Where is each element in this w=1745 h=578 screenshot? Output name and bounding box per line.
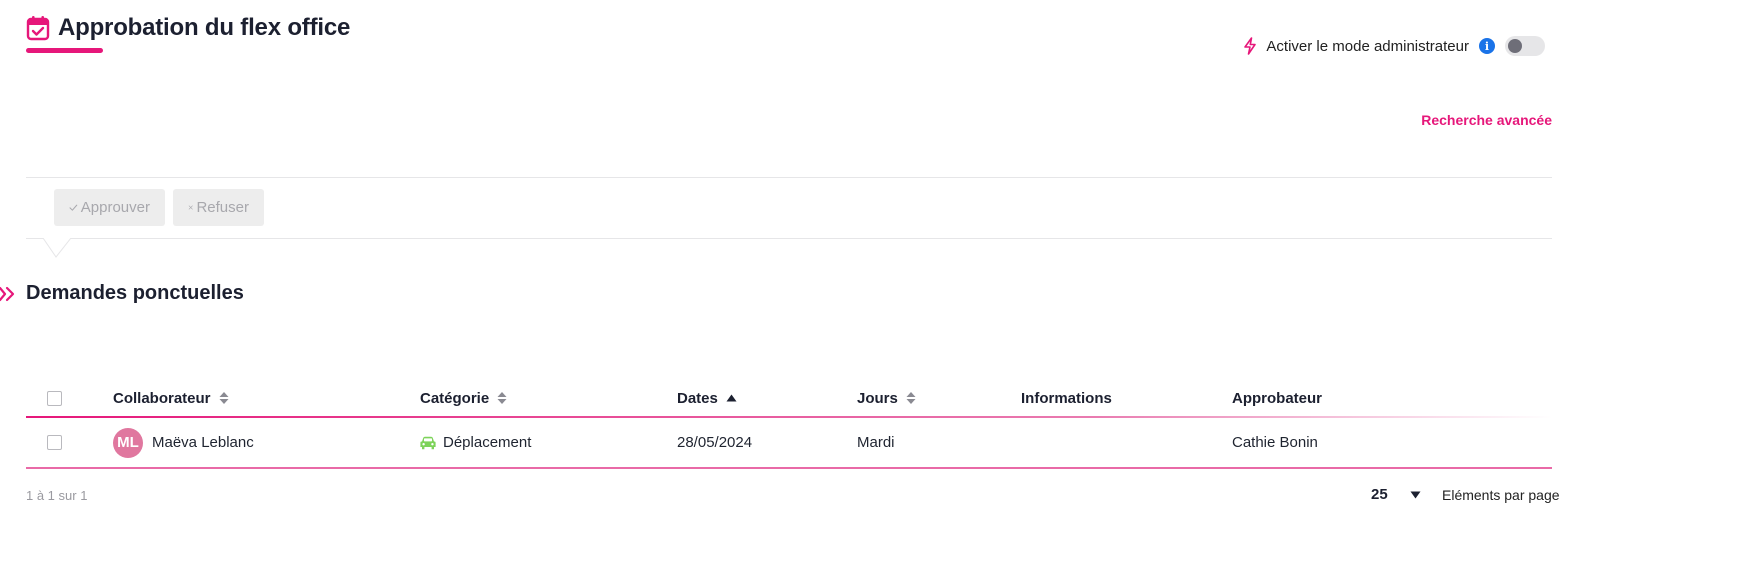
column-header-label: Informations bbox=[1021, 389, 1112, 407]
cell-jours: Mardi bbox=[857, 418, 895, 467]
column-header-collaborateur[interactable]: Collaborateur bbox=[113, 378, 229, 418]
close-icon bbox=[188, 205, 193, 210]
page-title: Approbation du flex office bbox=[58, 14, 351, 41]
info-icon[interactable]: i bbox=[1479, 38, 1495, 54]
approbateur-value: Cathie Bonin bbox=[1232, 434, 1318, 451]
page-header: Approbation du flex office bbox=[26, 14, 350, 42]
action-toolbar: Approuver Refuser bbox=[54, 189, 264, 226]
page-size-value: 25 bbox=[1371, 486, 1388, 503]
dates-value: 28/05/2024 bbox=[677, 434, 753, 451]
sort-icon[interactable] bbox=[219, 391, 229, 405]
cell-approbateur: Cathie Bonin bbox=[1232, 418, 1318, 467]
pagination-range: 1 à 1 sur 1 bbox=[26, 488, 88, 503]
refuse-button-label: Refuser bbox=[196, 199, 249, 216]
requests-table: Collaborateur Catégorie Dates Jours Info… bbox=[26, 378, 1552, 469]
switch-knob bbox=[1508, 39, 1522, 53]
approve-button-label: Approuver bbox=[80, 199, 150, 216]
per-page-label: Eléments par page bbox=[1442, 487, 1560, 503]
advanced-search-link[interactable]: Recherche avancée bbox=[1421, 112, 1552, 128]
caret-down-icon bbox=[1410, 491, 1421, 498]
avatar: ML bbox=[113, 427, 143, 458]
car-icon bbox=[420, 436, 436, 449]
admin-mode-toggle-group: Activer le mode administrateur i bbox=[1242, 36, 1545, 56]
select-all-checkbox[interactable] bbox=[47, 390, 62, 406]
section-header: Demandes ponctuelles bbox=[0, 282, 244, 305]
table-row[interactable]: ML Maëva Leblanc Déplacement 28/05/2024 … bbox=[26, 418, 1552, 469]
calendar-check-icon bbox=[26, 16, 50, 41]
double-chevron-right-icon bbox=[0, 286, 15, 301]
column-header-label: Jours bbox=[857, 389, 898, 407]
column-header-label: Approbateur bbox=[1232, 389, 1322, 407]
column-header-informations: Informations bbox=[1021, 378, 1112, 418]
admin-mode-label: Activer le mode administrateur bbox=[1266, 37, 1469, 55]
page-size-select[interactable]: 25 bbox=[1371, 486, 1421, 503]
column-header-dates[interactable]: Dates bbox=[677, 378, 737, 418]
column-header-categorie[interactable]: Catégorie bbox=[420, 378, 507, 418]
sort-icon[interactable] bbox=[497, 391, 507, 405]
cell-collaborateur: ML Maëva Leblanc bbox=[113, 418, 254, 467]
categorie-value: Déplacement bbox=[443, 434, 532, 451]
collaborateur-name: Maëva Leblanc bbox=[152, 434, 254, 451]
tab-notch bbox=[42, 238, 72, 258]
jours-value: Mardi bbox=[857, 434, 895, 451]
refuse-button[interactable]: Refuser bbox=[173, 189, 264, 226]
sort-ascending-icon[interactable] bbox=[726, 394, 737, 402]
admin-mode-switch[interactable] bbox=[1505, 36, 1545, 56]
check-icon bbox=[69, 204, 78, 211]
column-header-label: Dates bbox=[677, 389, 718, 407]
column-header-label: Collaborateur bbox=[113, 389, 211, 407]
column-header-approbateur: Approbateur bbox=[1232, 378, 1322, 418]
cell-categorie: Déplacement bbox=[420, 418, 531, 467]
table-header: Collaborateur Catégorie Dates Jours Info… bbox=[26, 378, 1552, 418]
approve-button[interactable]: Approuver bbox=[54, 189, 165, 226]
section-title: Demandes ponctuelles bbox=[26, 282, 244, 304]
divider bbox=[26, 177, 1552, 178]
column-header-jours[interactable]: Jours bbox=[857, 378, 916, 418]
bolt-icon bbox=[1244, 37, 1257, 55]
column-header-label: Catégorie bbox=[420, 389, 490, 407]
title-underline bbox=[26, 48, 103, 53]
row-select-cell bbox=[47, 418, 62, 467]
select-all-cell bbox=[47, 378, 62, 418]
row-checkbox[interactable] bbox=[47, 435, 62, 450]
sort-icon[interactable] bbox=[906, 391, 916, 405]
cell-dates: 28/05/2024 bbox=[677, 418, 752, 467]
divider bbox=[26, 238, 1552, 239]
